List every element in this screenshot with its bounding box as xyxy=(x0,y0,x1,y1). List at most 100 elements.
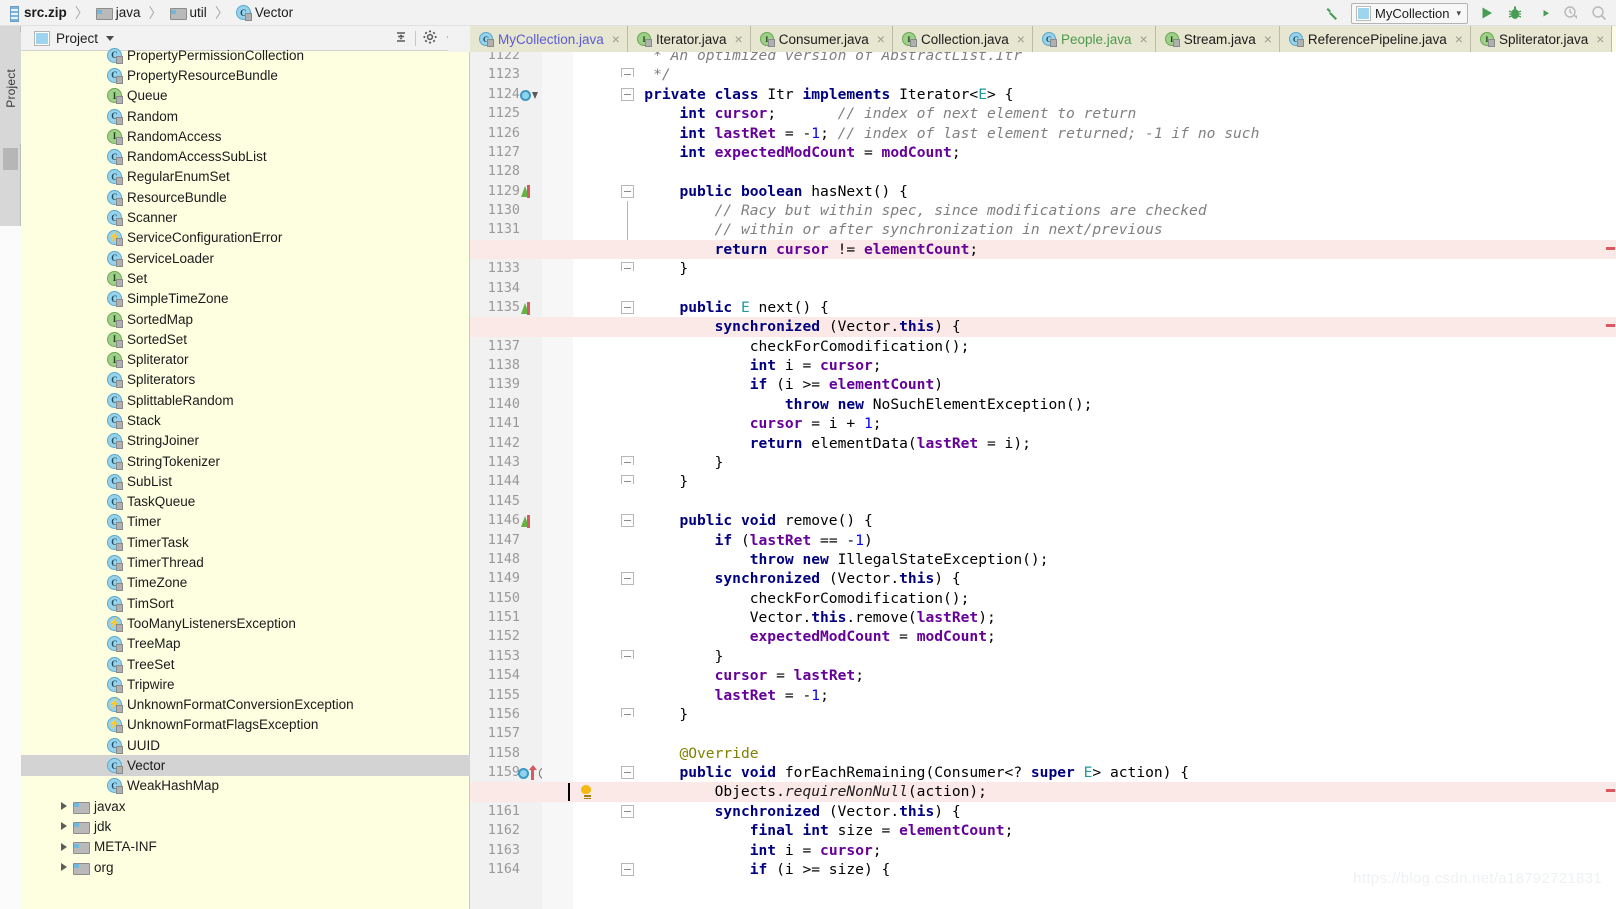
editor-tab-consumer-java[interactable]: I Consumer.java × xyxy=(750,26,893,52)
tree-item[interactable]: C SimpleTimeZone xyxy=(21,289,470,309)
implementing-method-icon[interactable] xyxy=(520,298,534,317)
expand-chevron-icon[interactable] xyxy=(55,863,73,872)
code-line[interactable]: int cursor; // index of next element to … xyxy=(574,104,1616,123)
code-line[interactable]: checkForComodification(); xyxy=(574,337,1616,356)
run-icon[interactable] xyxy=(1474,1,1500,25)
debug-icon[interactable] xyxy=(1502,1,1528,25)
tree-item[interactable]: C StringTokenizer xyxy=(21,451,470,471)
expand-chevron-icon[interactable] xyxy=(55,842,73,851)
tree-item[interactable]: C TaskQueue xyxy=(21,492,470,512)
code-line[interactable]: Vector.this.remove(lastRet); xyxy=(574,608,1616,627)
tree-item[interactable]: C UUID xyxy=(21,735,470,755)
breadcrumb-item-vector[interactable]: C Vector xyxy=(235,0,294,26)
code-line[interactable]: int i = cursor; xyxy=(574,841,1616,860)
tree-item[interactable]: C StringJoiner xyxy=(21,431,470,451)
search-everywhere-icon[interactable] xyxy=(1586,1,1612,25)
tree-item[interactable]: C Random xyxy=(21,106,470,126)
code-line[interactable]: return elementData(lastRet = i); xyxy=(574,434,1616,453)
code-line[interactable]: // Racy but within spec, since modificat… xyxy=(574,201,1616,220)
tree-item[interactable]: C PropertyResourceBundle xyxy=(21,65,470,85)
editor-fold-column[interactable] xyxy=(542,52,634,909)
editor-tab-stream-java[interactable]: I Stream.java × xyxy=(1155,26,1280,52)
project-tree[interactable]: C PropertyPermissionCollection C PropertyRe… xyxy=(21,45,470,903)
error-stripe-mark[interactable] xyxy=(1606,324,1615,328)
tree-item[interactable]: C TimeZone xyxy=(21,573,470,593)
code-line[interactable] xyxy=(574,279,1616,298)
editor-tab-spliterator-java[interactable]: I Spliterator.java × xyxy=(1470,26,1613,52)
close-icon[interactable]: × xyxy=(1596,32,1604,46)
editor-tab-vector[interactable]: CVector xyxy=(1612,26,1616,52)
attach-profiler-icon[interactable] xyxy=(1558,1,1584,25)
tree-item[interactable]: I SortedSet xyxy=(21,329,470,349)
run-configuration-selector[interactable]: MyCollection ▾ xyxy=(1351,2,1468,24)
tree-item[interactable]: javax xyxy=(21,796,470,816)
tree-item[interactable]: org xyxy=(21,857,470,877)
editor-tab-collection-java[interactable]: I Collection.java × xyxy=(892,26,1033,52)
tree-item[interactable]: C Spliterators xyxy=(21,370,470,390)
breadcrumb-item-src-zip[interactable]: src.zip xyxy=(6,0,68,26)
code-line[interactable] xyxy=(574,492,1616,511)
tree-item[interactable]: C RegularEnumSet xyxy=(21,167,470,187)
code-line[interactable]: int expectedModCount = modCount; xyxy=(574,143,1616,162)
implemented-by-icon[interactable] xyxy=(520,85,538,104)
code-line[interactable]: Objects.requireNonNull(action); xyxy=(470,782,1616,803)
code-line[interactable]: public void forEachRemaining(Consumer<? … xyxy=(574,763,1616,782)
code-line[interactable]: synchronized (Vector.this) { xyxy=(574,569,1616,588)
code-line[interactable]: // within or after synchronization in ne… xyxy=(574,220,1616,239)
error-stripe-mark[interactable] xyxy=(1606,789,1615,793)
code-line[interactable]: public boolean hasNext() { xyxy=(574,182,1616,201)
implementing-method-icon[interactable] xyxy=(520,182,534,201)
code-line[interactable]: final int size = elementCount; xyxy=(574,821,1616,840)
tree-item[interactable]: C TreeSet xyxy=(21,654,470,674)
tree-item[interactable]: C ServiceLoader xyxy=(21,248,470,268)
chevron-down-icon[interactable] xyxy=(106,35,115,41)
code-line[interactable]: cursor = lastRet; xyxy=(574,666,1616,685)
editor-tab-people-java[interactable]: C People.java × xyxy=(1032,26,1156,52)
code-text-area[interactable]: * An optimized version of AbstractList.I… xyxy=(470,52,1616,909)
breadcrumb-item-util[interactable]: util xyxy=(169,0,208,26)
run-with-coverage-icon[interactable] xyxy=(1530,1,1556,25)
tree-item[interactable]: C TreeMap xyxy=(21,634,470,654)
tree-item[interactable]: I RandomAccess xyxy=(21,126,470,146)
editor-tab-mycollection-java[interactable]: C MyCollection.java × xyxy=(470,26,628,52)
code-line[interactable]: return cursor != elementCount; xyxy=(470,239,1616,260)
code-line[interactable]: int lastRet = -1; // index of last eleme… xyxy=(574,124,1616,143)
error-stripe[interactable] xyxy=(1604,52,1616,909)
close-icon[interactable]: × xyxy=(1140,32,1148,46)
code-line[interactable]: } xyxy=(574,705,1616,724)
tree-item[interactable]: ⚡ UnknownFormatConversionException xyxy=(21,695,470,715)
code-line[interactable]: @Override xyxy=(574,744,1616,763)
expand-chevron-icon[interactable] xyxy=(55,822,73,831)
code-line[interactable]: private class Itr implements Iterator<E>… xyxy=(574,85,1616,104)
editor-tab-referencepipeline-java[interactable]: C ReferencePipeline.java × xyxy=(1279,26,1471,52)
code-line[interactable]: * An optimized version of AbstractList.I… xyxy=(574,52,1616,65)
code-line[interactable]: throw new NoSuchElementException(); xyxy=(574,395,1616,414)
tree-item[interactable]: I Spliterator xyxy=(21,349,470,369)
close-icon[interactable]: × xyxy=(1455,32,1463,46)
code-line[interactable]: if (i >= elementCount) xyxy=(574,375,1616,394)
rail-tab-project[interactable]: Project xyxy=(0,32,21,144)
close-icon[interactable]: × xyxy=(877,32,885,46)
tree-item-selected[interactable]: C Vector xyxy=(21,755,470,776)
tree-item[interactable]: C TimerThread xyxy=(21,552,470,572)
tree-item[interactable]: ⚡ ServiceConfigurationError xyxy=(21,228,470,248)
build-icon[interactable] xyxy=(1319,1,1345,25)
tree-item[interactable]: ⚡ UnknownFormatFlagsException xyxy=(21,715,470,735)
code-line[interactable]: int i = cursor; xyxy=(574,356,1616,375)
code-line[interactable]: cursor = i + 1; xyxy=(574,414,1616,433)
tree-item[interactable]: C PropertyPermissionCollection xyxy=(21,45,470,65)
tree-item[interactable]: C ResourceBundle xyxy=(21,187,470,207)
code-line[interactable]: checkForComodification(); xyxy=(574,589,1616,608)
tree-item[interactable]: C TimSort xyxy=(21,593,470,613)
close-icon[interactable]: × xyxy=(612,32,620,46)
tree-item[interactable]: jdk xyxy=(21,816,470,836)
code-line[interactable]: public void remove() { xyxy=(574,511,1616,530)
code-line[interactable]: */ xyxy=(574,65,1616,84)
code-line[interactable] xyxy=(574,724,1616,743)
code-line[interactable]: } xyxy=(574,453,1616,472)
tree-item[interactable]: META-INF xyxy=(21,837,470,857)
close-icon[interactable]: × xyxy=(735,32,743,46)
code-line[interactable]: } xyxy=(574,259,1616,278)
tree-item[interactable]: C Stack xyxy=(21,410,470,430)
code-line[interactable]: if (lastRet == -1) xyxy=(574,531,1616,550)
